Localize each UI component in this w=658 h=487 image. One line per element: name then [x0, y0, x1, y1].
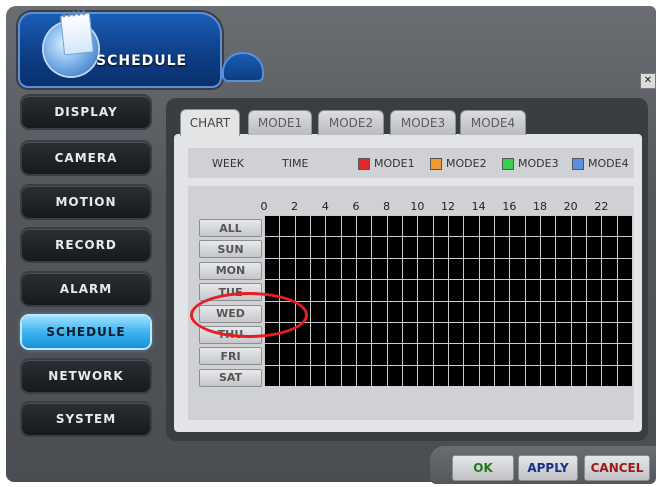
header-tab-decoration: [222, 52, 264, 82]
highlight-ring: [190, 292, 308, 338]
time-label: TIME: [282, 157, 309, 170]
apply-button[interactable]: APPLY: [518, 455, 578, 481]
legend-mode2-label: MODE2: [446, 157, 487, 170]
hour-label: 0: [260, 200, 268, 213]
hour-label: 4: [321, 200, 329, 213]
hour-label: 10: [410, 200, 425, 213]
legend-mode1: MODE1: [358, 157, 415, 170]
day-button-sun[interactable]: SUN: [199, 240, 262, 259]
day-button-sat[interactable]: SAT: [199, 368, 262, 387]
day-button-fri[interactable]: FRI: [199, 347, 262, 366]
legend-mode3-label: MODE3: [518, 157, 559, 170]
sidebar-item-system[interactable]: SYSTEM: [22, 403, 150, 435]
legend-mode4-label: MODE4: [588, 157, 629, 170]
tab-mode3[interactable]: MODE3: [390, 110, 456, 135]
day-button-mon[interactable]: MON: [199, 261, 262, 280]
legend-mode3: MODE3: [502, 157, 559, 170]
mode1-swatch: [358, 157, 370, 170]
week-label: WEEK: [212, 157, 244, 170]
close-button[interactable]: ✕: [640, 73, 656, 89]
hour-label: 20: [563, 200, 578, 213]
sidebar-item-alarm[interactable]: ALARM: [22, 273, 150, 305]
hour-label: 8: [383, 200, 391, 213]
mode4-swatch: [572, 157, 584, 170]
legend-mode4: MODE4: [572, 157, 629, 170]
sidebar-item-display[interactable]: DISPLAY: [22, 96, 150, 128]
hour-label: 22: [594, 200, 609, 213]
mode2-swatch: [430, 157, 442, 170]
sidebar-item-schedule[interactable]: SCHEDULE: [22, 316, 150, 348]
legend-mode2: MODE2: [430, 157, 487, 170]
tab-mode1[interactable]: MODE1: [248, 110, 312, 135]
sidebar-item-network[interactable]: NETWORK: [22, 360, 150, 392]
hour-label: 6: [352, 200, 360, 213]
tab-chart[interactable]: CHART: [180, 109, 240, 136]
hour-label: 16: [502, 200, 517, 213]
hour-label: 12: [441, 200, 455, 213]
schedule-grid[interactable]: [264, 215, 632, 386]
tab-mode4[interactable]: MODE4: [460, 110, 526, 135]
day-button-all[interactable]: ALL: [199, 219, 262, 237]
notepad-icon: [59, 12, 95, 56]
page-title: SCHEDULE: [96, 53, 188, 69]
cancel-button[interactable]: CANCEL: [584, 455, 650, 481]
mode3-swatch: [502, 157, 514, 170]
tab-mode2[interactable]: MODE2: [318, 110, 384, 135]
legend-mode1-label: MODE1: [374, 157, 415, 170]
hour-label: 14: [471, 200, 486, 213]
hour-label: 18: [533, 200, 547, 213]
hour-label: 2: [291, 200, 299, 213]
sidebar-item-record[interactable]: RECORD: [22, 229, 150, 261]
ok-button[interactable]: OK: [452, 455, 514, 481]
sidebar-item-camera[interactable]: CAMERA: [22, 142, 150, 174]
sidebar-item-motion[interactable]: MOTION: [22, 186, 150, 218]
